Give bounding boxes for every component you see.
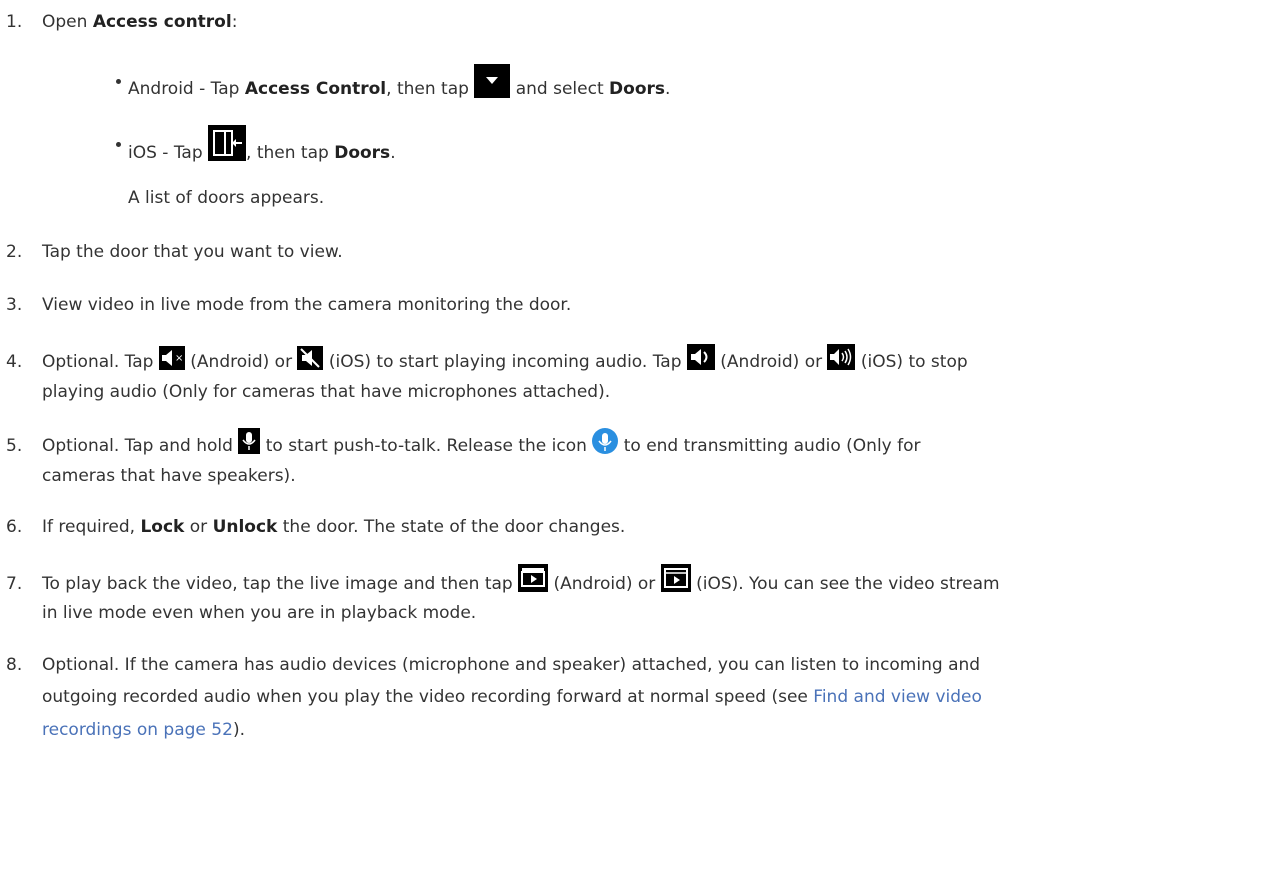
microphone-icon <box>238 428 261 454</box>
step-1: 1. Open Access control: <box>6 12 238 32</box>
access-control-label: Access control <box>92 12 232 32</box>
step-2: 2. Tap the door that you want to view. <box>6 242 343 262</box>
find-recordings-link-cont[interactable]: recordings on page 52 <box>42 720 233 740</box>
step-7: 7. To play back the video, tap the live i… <box>6 564 1000 598</box>
playback-film-icon <box>660 564 691 592</box>
step-7-cont: in live mode even when you are in playba… <box>42 603 477 623</box>
android-instruction: Android - Tap Access Control, then tap a… <box>128 64 670 106</box>
step-4: 4. Optional. Tap × (Android) or (iOS) to … <box>6 344 968 375</box>
step-8: 8. Optional. If the camera has audio devi… <box>6 655 981 675</box>
list-note: A list of doors appears. <box>128 188 325 208</box>
step-5: 5. Optional. Tap and hold to start push-t… <box>6 428 921 459</box>
step-8-cont-2: recordings on page 52). <box>42 720 245 740</box>
speaker-waves-icon <box>827 344 856 370</box>
door-exit-icon <box>208 125 247 161</box>
dropdown-arrow-icon <box>474 64 511 98</box>
step-8-cont: outgoing recorded audio when you play th… <box>42 687 982 707</box>
step-6: 6. If required, Lock or Unlock the door. … <box>6 517 626 537</box>
step-4-cont: playing audio (Only for cameras that hav… <box>42 382 611 402</box>
step-number: 1. <box>6 12 23 32</box>
lock-label: Lock <box>140 517 185 537</box>
speaker-on-icon <box>686 344 715 370</box>
speaker-crossed-icon <box>297 346 324 370</box>
ios-instruction: iOS - Tap , then tap Doors. <box>128 125 396 171</box>
step-3: 3. View video in live mode from the camer… <box>6 295 572 315</box>
step-5-cont: cameras that have speakers). <box>42 466 296 486</box>
playback-clapper-icon <box>518 564 549 592</box>
bullet <box>116 79 121 84</box>
find-recordings-link[interactable]: Find and view video <box>813 687 982 707</box>
unlock-label: Unlock <box>212 517 278 537</box>
bullet <box>116 142 121 147</box>
speaker-muted-icon: × <box>158 346 185 370</box>
microphone-active-icon <box>592 428 619 454</box>
svg-text:×: × <box>175 353 183 364</box>
